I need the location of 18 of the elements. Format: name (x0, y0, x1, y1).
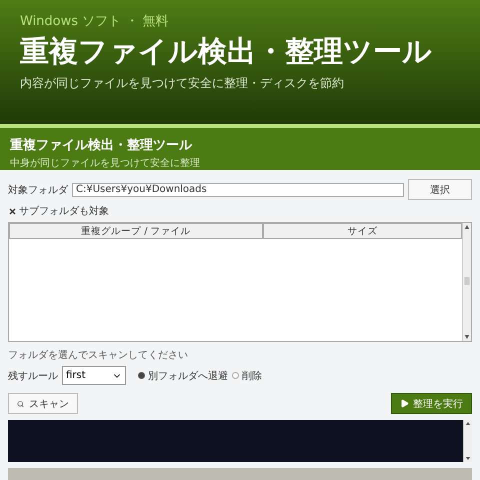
banner-subtitle: 内容が同じファイルを見つけて安全に整理・ディスクを節約 (20, 75, 345, 92)
folder-field[interactable]: C:¥Users¥you¥Downloads (72, 182, 404, 196)
banner-eyebrow: Windows ソフト ・ 無料 (20, 13, 170, 30)
rule-dropdown[interactable]: first (62, 366, 126, 385)
column-header[interactable]: サイズ (262, 223, 462, 239)
app-subtitle: 中身が同じファイルを見つけて安全に整理 (10, 156, 201, 170)
select-button[interactable]: 選択 (408, 179, 472, 200)
run-button[interactable]: 整理を実行 (391, 393, 472, 414)
radio-label: 削除 (242, 370, 262, 382)
app-title: 重複ファイル検出・整理ツール (10, 136, 194, 154)
radio-label: 別フォルダへ退避 (148, 370, 228, 382)
folder-label: 対象フォルダ (8, 184, 68, 196)
column-header[interactable]: 重複グループ / ファイル (9, 223, 263, 239)
subfolder-label: サブフォルダも対象 (19, 204, 109, 218)
status-text: フォルダを選んでスキャンしてください (8, 349, 189, 362)
rule-label: 残すルール (8, 370, 58, 382)
banner-title: 重複ファイル検出・整理ツール (20, 33, 433, 70)
scan-button[interactable]: スキャン (8, 393, 78, 414)
